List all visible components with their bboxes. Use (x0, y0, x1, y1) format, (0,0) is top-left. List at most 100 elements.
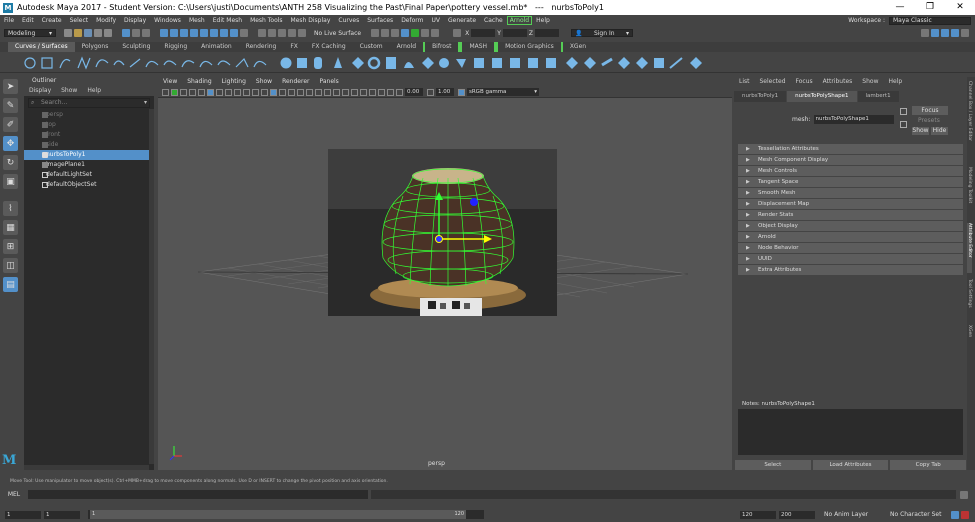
section-arnold[interactable]: Arnold (738, 232, 963, 242)
bevel-plus-icon[interactable] (474, 57, 484, 68)
menu-mesh[interactable]: Mesh (185, 17, 209, 24)
presets-button[interactable]: Presets (918, 117, 940, 124)
ae-menu-list[interactable]: List (734, 77, 755, 87)
menu-help[interactable]: Help (532, 17, 554, 24)
nurbs-cube-icon[interactable] (297, 57, 307, 68)
section-tangent-space[interactable]: Tangent Space (738, 177, 963, 187)
ep-curve-icon[interactable] (59, 58, 71, 68)
modeling-layout-icon[interactable] (931, 29, 939, 37)
maximize-button[interactable]: ❐ (915, 0, 945, 15)
safe-title-icon[interactable] (261, 88, 268, 96)
ae-menu-show[interactable]: Show (857, 77, 883, 87)
attach-surfaces-icon[interactable] (566, 56, 578, 69)
menu-arnold[interactable]: Arnold (506, 16, 533, 25)
nurbs-square-icon[interactable] (41, 56, 53, 69)
grid-icon[interactable] (207, 88, 214, 96)
shelf-tab-custom[interactable]: Custom (353, 42, 390, 52)
menu-mesh-tools[interactable]: Mesh Tools (246, 17, 286, 24)
use-all-lights-icon[interactable] (306, 88, 313, 96)
move-manip-center-handle[interactable] (435, 235, 443, 243)
menu-modify[interactable]: Modify (92, 17, 120, 24)
menu-deform[interactable]: Deform (397, 17, 427, 24)
tab-tool-settings[interactable]: Tool Settings (967, 279, 972, 319)
outliner-item-defaultobjectset[interactable]: defaultObjectSet (24, 180, 154, 190)
arnold-render-icon[interactable] (411, 29, 420, 37)
anim-layer-select[interactable]: No Anim Layer (821, 510, 881, 519)
nurbs-torus-icon[interactable] (367, 56, 381, 69)
snap-point-icon[interactable] (180, 29, 188, 37)
no-live-surface-label[interactable]: No Live Surface (314, 30, 361, 37)
shelf-tab-fx-caching[interactable]: FX Caching (305, 42, 353, 52)
offset-curve-icon[interactable] (199, 60, 213, 67)
section-displacement-map[interactable]: Displacement Map (738, 199, 963, 209)
layout-icon[interactable] (921, 29, 929, 37)
tool-settings-toggle-icon[interactable] (961, 29, 969, 37)
nurbs-circle-icon[interactable] (24, 56, 36, 69)
depth-of-field-icon[interactable] (351, 88, 358, 96)
loft-icon[interactable] (404, 61, 414, 68)
ae-menu-help[interactable]: Help (883, 77, 907, 87)
magnet-icon[interactable] (258, 29, 266, 37)
history-icon[interactable] (268, 29, 276, 37)
birail-icon[interactable] (456, 58, 466, 68)
outliner-item-imageplane1[interactable]: imagePlane1 (24, 160, 154, 170)
load-attributes-button[interactable]: Load Attributes (812, 460, 889, 470)
tab-xgen[interactable]: XGen (967, 325, 972, 345)
x-field[interactable] (471, 29, 496, 37)
menu-edit-mesh[interactable]: Edit Mesh (209, 17, 246, 24)
hypershade-icon[interactable] (421, 29, 430, 37)
viewport-menu-show[interactable]: Show (251, 77, 277, 87)
viewport-menu-panels[interactable]: Panels (314, 77, 343, 87)
z-field[interactable] (535, 29, 560, 37)
last-tool-icon[interactable]: ⌇ (3, 201, 18, 216)
hide-button[interactable]: Hide (931, 127, 948, 135)
animation-start-field[interactable]: 1 (44, 510, 80, 519)
nurbs-cone-icon[interactable] (334, 56, 342, 68)
ae-menu-selected[interactable]: Selected (755, 77, 791, 87)
planar-icon[interactable] (422, 56, 434, 69)
isolate-select-icon[interactable] (360, 88, 367, 96)
auto-key-icon[interactable] (951, 510, 959, 519)
attach-curves-icon[interactable] (129, 58, 141, 67)
new-scene-icon[interactable] (64, 29, 72, 37)
menu-curves[interactable]: Curves (334, 17, 363, 24)
tab-modeling-toolkit[interactable]: Modeling Toolkit (967, 167, 972, 217)
trim-tool-icon[interactable] (528, 57, 538, 68)
outliner-scrollbar[interactable] (149, 109, 154, 464)
move-tool-icon[interactable]: ✥ (3, 136, 18, 151)
outliner-item-front[interactable]: front (24, 130, 154, 140)
section-smooth-mesh[interactable]: Smooth Mesh (738, 188, 963, 198)
outliner-menu-show[interactable]: Show (56, 86, 82, 96)
color-management-icon[interactable] (458, 88, 465, 96)
animation-end-field[interactable]: 200 (779, 510, 815, 519)
menu-edit[interactable]: Edit (18, 17, 38, 24)
ipr-render-icon[interactable] (391, 29, 400, 37)
single-perspective-view-icon[interactable]: ▦ (3, 220, 18, 235)
snap-view-icon[interactable] (190, 29, 198, 37)
menu-file[interactable]: File (0, 17, 18, 24)
shelf-tab-animation[interactable]: Animation (194, 42, 239, 52)
command-input[interactable] (28, 490, 368, 499)
focus-button[interactable]: Focus (912, 106, 948, 115)
viewport-scene[interactable] (158, 98, 732, 470)
cv-curve-icon[interactable] (77, 55, 91, 70)
2d-pan-zoom-icon[interactable] (189, 88, 196, 96)
film-gate-icon[interactable] (216, 88, 223, 96)
menu-select[interactable]: Select (66, 17, 93, 24)
notes-textarea[interactable] (738, 409, 963, 455)
four-view-icon[interactable]: ⊞ (3, 239, 18, 254)
rebuild-surfaces-icon[interactable] (654, 57, 664, 68)
insert-isoparms-icon[interactable] (618, 56, 630, 69)
detach-curves-icon[interactable] (145, 60, 159, 67)
section-render-stats[interactable]: Render Stats (738, 210, 963, 220)
menu-surfaces[interactable]: Surfaces (363, 17, 397, 24)
lock-icon[interactable] (240, 29, 248, 37)
gamma-field[interactable]: 1.00 (436, 88, 454, 96)
resolution-gate-icon[interactable] (225, 88, 232, 96)
viewport-menu-renderer[interactable]: Renderer (277, 77, 314, 87)
motion-blur-icon[interactable] (333, 88, 340, 96)
shelf-tab-polygons[interactable]: Polygons (75, 42, 116, 52)
outliner-item-nurbstopoly1[interactable]: nurbsToPoly1 (24, 150, 154, 160)
ae-menu-attributes[interactable]: Attributes (818, 77, 858, 87)
menu-uv[interactable]: UV (428, 17, 445, 24)
